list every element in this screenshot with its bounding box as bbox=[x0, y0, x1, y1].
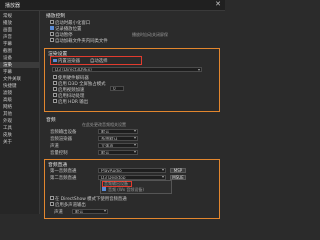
sidebar-item[interactable]: 滤镜 bbox=[3, 90, 12, 96]
passthrough-row-button[interactable]: MSP bbox=[170, 167, 186, 173]
sound-row-select[interactable]: 默认 bbox=[98, 128, 138, 134]
passthrough-row-label: 第二音频直通 bbox=[50, 176, 77, 181]
menu-item-2[interactable]: 音频 (Wx 音频设备) bbox=[108, 187, 144, 193]
checkbox-opt-g[interactable] bbox=[50, 202, 54, 206]
render-mode-value[interactable]: 内置渲染器 bbox=[58, 58, 80, 64]
sidebar-item[interactable]: 常规 bbox=[3, 13, 12, 19]
passthrough-row-select[interactable]: D3 Desktop bbox=[98, 174, 166, 180]
label-opt-g: 启用多声道输出 bbox=[55, 202, 86, 208]
menu-item-2-check[interactable] bbox=[102, 187, 106, 191]
checkbox-opt-c[interactable] bbox=[53, 87, 57, 91]
passthrough-row-select[interactable]: PlayAudio bbox=[98, 167, 166, 173]
sound-row-label: 音频渲染器 bbox=[50, 137, 72, 142]
sidebar-item[interactable]: 快捷键 bbox=[3, 83, 17, 89]
settings-main: 播放控制 启动时最小化窗口 记录播放位置 自动暂停 播放时自动关闭屏保 自动加载… bbox=[42, 11, 223, 221]
window-title: 播放器 bbox=[5, 3, 21, 9]
checkbox-opt2[interactable] bbox=[50, 26, 54, 30]
sidebar-item[interactable]: 其他 bbox=[3, 111, 12, 117]
sidebar-item[interactable]: 画面 bbox=[3, 27, 12, 33]
sub-select[interactable]: 默认 bbox=[72, 208, 108, 214]
sound-row-label: 音量控制 bbox=[50, 151, 68, 156]
sound-row-label: 声道 bbox=[50, 144, 59, 149]
sidebar-item[interactable]: 皮肤 bbox=[3, 132, 12, 138]
sidebar-item[interactable]: 字幕 bbox=[3, 69, 12, 75]
sidebar-item[interactable]: 关于 bbox=[3, 139, 12, 145]
label-opt-e: 启用 HDR 输出 bbox=[58, 99, 89, 105]
checkbox-opt3[interactable] bbox=[50, 32, 54, 36]
checkbox-opt-b[interactable] bbox=[53, 81, 57, 85]
checkbox-opt-e[interactable] bbox=[53, 99, 57, 103]
label-opt3-extra: 播放时自动关闭屏保 bbox=[132, 31, 168, 37]
sound-note: 在此处更改音频相关设置 bbox=[82, 122, 126, 127]
checkbox-opt-f[interactable] bbox=[50, 196, 54, 200]
sidebar-item-selected[interactable]: 渲染 bbox=[0, 62, 39, 68]
checkbox-opt4[interactable] bbox=[50, 38, 54, 42]
render-device-select[interactable]: D3 (Direct3D9Ex) bbox=[52, 67, 202, 72]
sidebar-item[interactable]: 声音 bbox=[3, 34, 12, 40]
passthrough-row-label: 第一音频直通 bbox=[50, 169, 77, 174]
spin-value[interactable]: 0 bbox=[110, 86, 124, 91]
sidebar-item[interactable]: 字幕 bbox=[3, 41, 12, 47]
section-heading-passthrough: 音频直通 bbox=[48, 163, 68, 168]
sound-row-label: 音频输出设备 bbox=[50, 130, 77, 135]
section-heading-general: 播放控制 bbox=[46, 14, 66, 19]
sub-label: 声道 bbox=[54, 210, 63, 215]
label-opt4: 自动加载文件夹内同类文件 bbox=[55, 38, 108, 44]
sidebar-item[interactable]: 高级 bbox=[3, 97, 12, 103]
sidebar-item[interactable]: 文件关联 bbox=[3, 76, 21, 82]
render-mode-option[interactable]: 自动选择 bbox=[90, 58, 108, 64]
settings-sidebar: 常规 播放 画面 声音 字幕 截图 设备 渲染 字幕 文件关联 快捷键 滤镜 高… bbox=[0, 11, 40, 214]
sound-row-select[interactable]: 默认 bbox=[98, 149, 138, 155]
checkbox-render-mode[interactable] bbox=[53, 58, 57, 62]
sidebar-item[interactable]: 设备 bbox=[3, 55, 12, 61]
sidebar-item[interactable]: 工具 bbox=[3, 125, 12, 131]
checkbox-opt1[interactable] bbox=[50, 20, 54, 24]
title-bar: 播放器 ✕ bbox=[0, 0, 225, 11]
sound-row-select[interactable]: 系统默认 bbox=[98, 135, 138, 141]
checkbox-opt-a[interactable] bbox=[53, 75, 57, 79]
section-heading-sound: 音频 bbox=[46, 118, 56, 123]
sidebar-item[interactable]: 截图 bbox=[3, 48, 12, 54]
checkbox-opt-d[interactable] bbox=[53, 93, 57, 97]
sidebar-item[interactable]: 外观 bbox=[3, 118, 12, 124]
sidebar-item[interactable]: 网络 bbox=[3, 104, 12, 110]
passthrough-row-button[interactable]: MSUE bbox=[170, 174, 186, 180]
sound-row-select[interactable]: 立体声 bbox=[98, 142, 138, 148]
sidebar-item[interactable]: 播放 bbox=[3, 20, 12, 26]
close-icon[interactable]: ✕ bbox=[215, 0, 221, 8]
